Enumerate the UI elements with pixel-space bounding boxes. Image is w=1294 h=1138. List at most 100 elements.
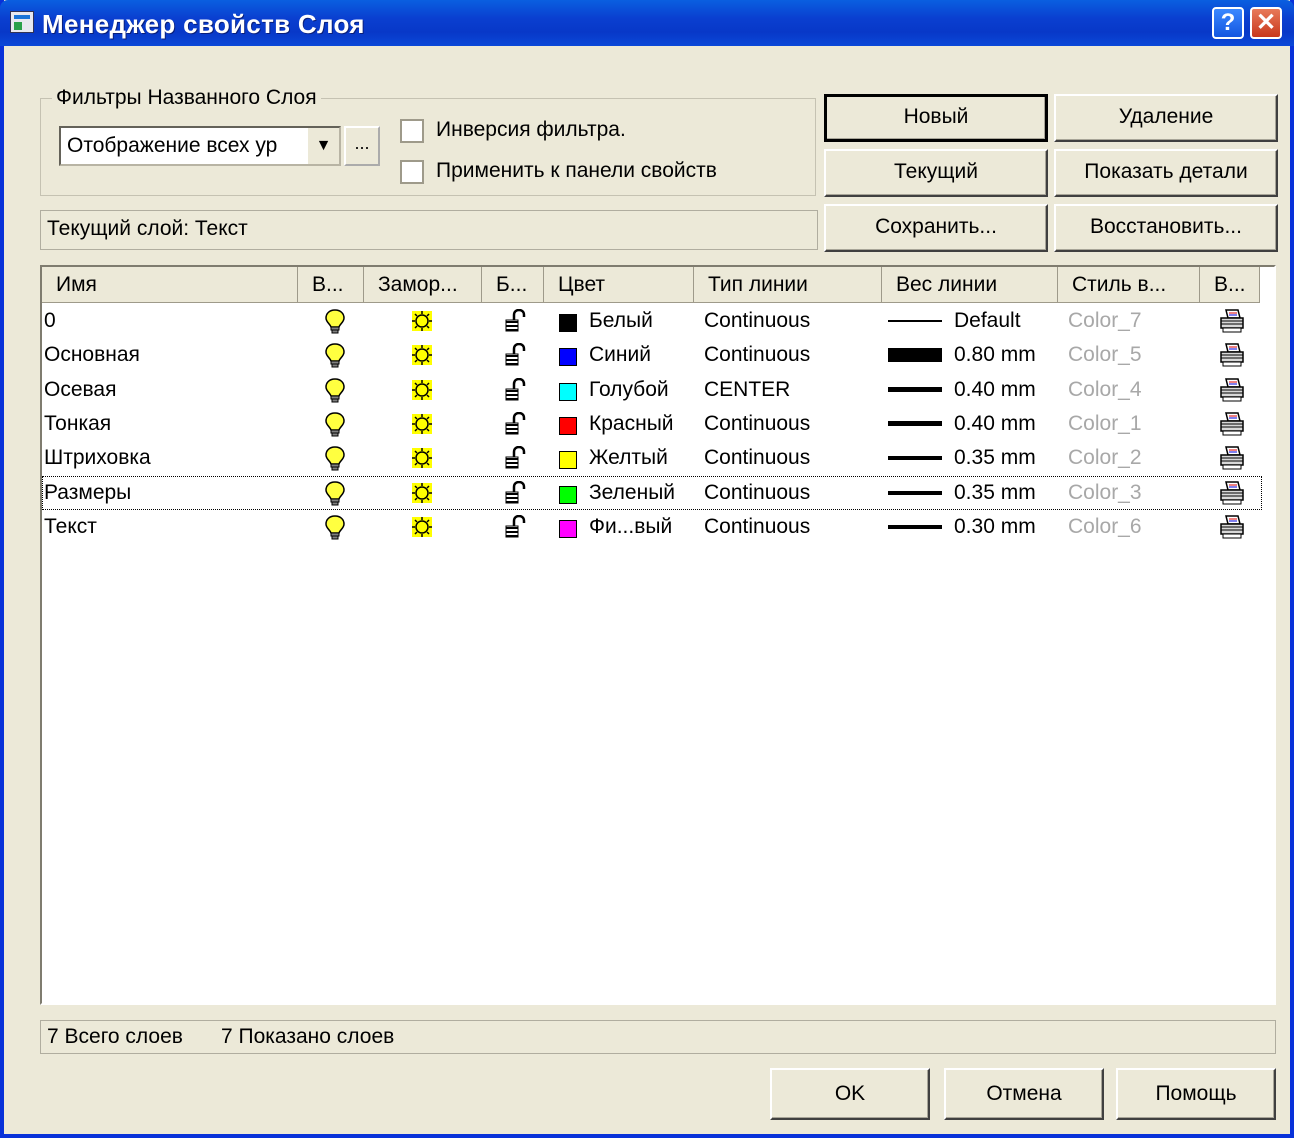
invert-filter-label: Инверсия фильтра. xyxy=(436,118,626,141)
color-name[interactable]: Желтый xyxy=(589,441,668,475)
layer-row[interactable]: Тонкая Красный Continuous 0.40 mm Color_1 xyxy=(42,407,1262,441)
invert-filter-checkbox[interactable] xyxy=(400,119,424,143)
sun-icon[interactable] xyxy=(410,304,434,338)
lightbulb-icon[interactable] xyxy=(324,407,346,441)
window-title: Менеджер свойств Слоя xyxy=(42,9,365,39)
sun-icon[interactable] xyxy=(410,476,434,510)
color-swatch[interactable] xyxy=(559,519,577,538)
color-swatch[interactable] xyxy=(559,314,577,332)
layer-row[interactable]: Штриховка Желтый Continuous 0.35 mm Color_2 xyxy=(42,441,1262,475)
column-header-plotstyle[interactable]: Стиль в... xyxy=(1058,267,1200,303)
delete-button[interactable]: Удаление xyxy=(1054,94,1278,142)
plot-style: Color_3 xyxy=(1068,480,1142,504)
lightbulb-icon[interactable] xyxy=(324,441,346,475)
close-button[interactable]: ✕ xyxy=(1250,7,1282,39)
color-name[interactable]: Синий xyxy=(589,338,651,372)
lineweight-value[interactable]: Default xyxy=(954,304,1021,338)
printer-icon[interactable] xyxy=(1218,510,1246,544)
unlocked-padlock-icon[interactable] xyxy=(504,476,526,510)
unlocked-padlock-icon[interactable] xyxy=(504,338,526,372)
linetype[interactable]: CENTER xyxy=(704,373,790,407)
color-name[interactable]: Белый xyxy=(589,304,653,338)
plot-style: Color_2 xyxy=(1068,446,1142,470)
unlocked-padlock-icon[interactable] xyxy=(504,441,526,475)
layer-row[interactable]: 0 Белый Continuous Default Color_7 xyxy=(42,304,1262,338)
show-details-button[interactable]: Показать детали xyxy=(1054,149,1278,197)
linetype[interactable]: Continuous xyxy=(704,441,810,475)
lightbulb-icon[interactable] xyxy=(324,373,346,407)
color-name[interactable]: Красный xyxy=(589,407,674,441)
unlocked-padlock-icon[interactable] xyxy=(504,407,526,441)
lineweight-value[interactable]: 0.40 mm xyxy=(954,407,1036,441)
sun-icon[interactable] xyxy=(410,441,434,475)
cancel-button[interactable]: Отмена xyxy=(944,1068,1104,1120)
color-name[interactable]: Зеленый xyxy=(589,476,675,510)
apply-to-toolbar-checkbox[interactable] xyxy=(400,160,424,184)
set-current-button[interactable]: Текущий xyxy=(824,149,1048,197)
color-name[interactable]: Фи...вый xyxy=(589,510,672,544)
column-header-on[interactable]: В... xyxy=(298,267,364,303)
sun-icon[interactable] xyxy=(410,338,434,372)
printer-icon[interactable] xyxy=(1218,373,1246,407)
lineweight-value[interactable]: 0.40 mm xyxy=(954,373,1036,407)
layer-row[interactable]: Основная Синий Continuous 0.80 mm Color_5 xyxy=(42,338,1262,372)
printer-icon[interactable] xyxy=(1218,338,1246,372)
printer-icon[interactable] xyxy=(1218,304,1246,338)
sun-icon[interactable] xyxy=(410,407,434,441)
filter-combo[interactable]: Отображение всех ур ▼ xyxy=(59,126,341,166)
lightbulb-icon[interactable] xyxy=(324,338,346,372)
lightbulb-icon[interactable] xyxy=(324,304,346,338)
new-button[interactable]: Новый xyxy=(824,94,1048,142)
ok-button[interactable]: OK xyxy=(770,1068,930,1120)
lineweight-value[interactable]: 0.30 mm xyxy=(954,510,1036,544)
layer-row[interactable]: Размеры Зеленый Continuous 0.35 mm Color_3 xyxy=(42,475,1262,510)
filters-group-label: Фильтры Названного Слоя xyxy=(52,86,321,110)
layer-properties-dialog: Менеджер свойств Слоя ? ✕ Фильтры Назван… xyxy=(0,0,1294,1138)
layer-name: 0 xyxy=(44,309,56,332)
printer-icon[interactable] xyxy=(1218,407,1246,441)
color-swatch[interactable] xyxy=(559,485,577,504)
layer-list[interactable]: Имя В... Замор... Б... Цвет Тип линии Вес лини… xyxy=(40,265,1276,1005)
layer-row[interactable]: Текст Фи...вый Continuous 0.30 mm Color_6 xyxy=(42,510,1262,544)
filter-ellipsis-button[interactable]: ... xyxy=(344,126,380,166)
lightbulb-icon[interactable] xyxy=(324,510,346,544)
chevron-down-icon[interactable]: ▼ xyxy=(307,128,339,164)
layer-row[interactable]: Осевая Голубой CENTER 0.40 mm Color_4 xyxy=(42,373,1262,407)
linetype[interactable]: Continuous xyxy=(704,476,810,510)
unlocked-padlock-icon[interactable] xyxy=(504,373,526,407)
restore-state-button[interactable]: Восстановить... xyxy=(1054,204,1278,252)
color-swatch[interactable] xyxy=(559,382,577,401)
lightbulb-icon[interactable] xyxy=(324,476,346,510)
lineweight-value[interactable]: 0.80 mm xyxy=(954,338,1036,372)
column-header-name[interactable]: Имя xyxy=(42,267,298,303)
linetype[interactable]: Continuous xyxy=(704,304,810,338)
column-header-lineweight[interactable]: Вес линии xyxy=(882,267,1058,303)
column-header-linetype[interactable]: Тип линии xyxy=(694,267,882,303)
sun-icon[interactable] xyxy=(410,510,434,544)
column-header-plot[interactable]: В... xyxy=(1200,267,1260,303)
column-header-freeze[interactable]: Замор... xyxy=(364,267,482,303)
color-swatch[interactable] xyxy=(559,348,577,367)
linetype[interactable]: Continuous xyxy=(704,510,810,544)
current-layer-display: Текущий слой: Текст xyxy=(40,210,818,250)
column-header-color[interactable]: Цвет xyxy=(544,267,694,303)
lineweight-value[interactable]: 0.35 mm xyxy=(954,441,1036,475)
help-button[interactable]: Помощь xyxy=(1116,1068,1276,1120)
unlocked-padlock-icon[interactable] xyxy=(504,510,526,544)
printer-icon[interactable] xyxy=(1218,441,1246,475)
linetype[interactable]: Continuous xyxy=(704,338,810,372)
save-state-button[interactable]: Сохранить... xyxy=(824,204,1048,252)
apply-to-toolbar-label: Применить к панели свойств xyxy=(436,159,717,182)
linetype[interactable]: Continuous xyxy=(704,407,810,441)
color-name[interactable]: Голубой xyxy=(589,373,669,407)
color-swatch[interactable] xyxy=(559,416,577,435)
unlocked-padlock-icon[interactable] xyxy=(504,304,526,338)
column-header-lock[interactable]: Б... xyxy=(482,267,544,303)
color-swatch[interactable] xyxy=(559,451,577,470)
sun-icon[interactable] xyxy=(410,373,434,407)
help-title-button[interactable]: ? xyxy=(1212,7,1244,39)
printer-icon[interactable] xyxy=(1218,476,1246,510)
lineweight-value[interactable]: 0.35 mm xyxy=(954,476,1036,510)
title-bar[interactable]: Менеджер свойств Слоя ? ✕ xyxy=(0,0,1294,46)
layer-name: Размеры xyxy=(44,480,132,504)
